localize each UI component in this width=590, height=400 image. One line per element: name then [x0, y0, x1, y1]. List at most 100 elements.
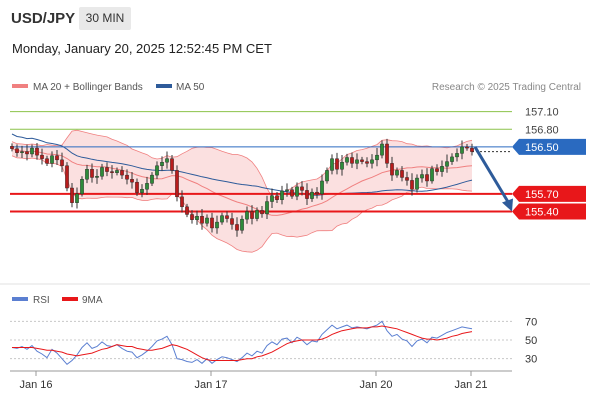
candle-body — [55, 155, 59, 161]
candle-body — [330, 158, 334, 171]
candle-body — [430, 168, 434, 182]
candle-body — [385, 143, 389, 164]
candle-body — [375, 154, 379, 161]
candle-body — [30, 147, 34, 155]
candle-body — [300, 186, 304, 191]
level-tags: 157.10 156.80 156.50 155.70 155.40 — [512, 107, 586, 220]
level-tag-text-155.40: 155.40 — [525, 207, 559, 219]
candle-body — [220, 215, 224, 223]
candle-body — [370, 159, 374, 164]
candle-body — [35, 147, 39, 156]
candle-body — [335, 158, 339, 170]
candle-body — [420, 174, 424, 179]
candle-body — [390, 163, 394, 176]
candle-body — [170, 158, 174, 171]
candle-body — [160, 161, 164, 166]
candle-body — [50, 155, 54, 164]
candle-body — [345, 157, 349, 163]
candle-body — [325, 170, 329, 182]
level-tag-text-155.70: 155.70 — [525, 189, 559, 201]
candle-body — [305, 190, 309, 199]
candle-body — [185, 206, 189, 215]
chart-stage: USD/JPY 30 MIN Monday, January 20, 2025 … — [0, 0, 590, 400]
candle-body — [200, 216, 204, 224]
candle-body — [60, 159, 64, 166]
candle-body — [90, 169, 94, 178]
candle-body — [205, 217, 209, 224]
forecast-arrow — [473, 146, 513, 212]
candle-body — [40, 154, 44, 159]
candle-body — [80, 179, 84, 195]
candle-body — [395, 170, 399, 176]
candle-body — [25, 151, 29, 155]
ma50-legend-swatch — [156, 84, 172, 88]
rsi-ma-legend-label: 9MA — [82, 295, 103, 306]
candle-body — [15, 148, 19, 153]
ma50-legend-label: MA 50 — [176, 82, 205, 93]
candle-body — [265, 201, 269, 215]
candle-body — [75, 193, 79, 203]
candle-body — [175, 170, 179, 198]
candle-body — [130, 179, 134, 183]
candle-body — [155, 165, 159, 176]
level-tag-155.70: 155.70 — [512, 185, 586, 202]
candle-body — [260, 210, 264, 215]
candle-body — [255, 210, 259, 219]
price-legend: MA 20 + Bollinger Bands MA 50 Research ©… — [12, 82, 581, 93]
candle-body — [250, 211, 254, 219]
candle-body — [455, 153, 459, 158]
candle-body — [125, 174, 129, 180]
candle-body — [85, 169, 89, 180]
candle-body — [10, 146, 14, 149]
candle-body — [360, 159, 364, 162]
level-tag-156.50: 156.50 — [512, 138, 586, 155]
candle-body — [245, 211, 249, 220]
candle-body — [275, 195, 279, 200]
candle-body — [470, 147, 474, 152]
candle-body — [45, 158, 49, 164]
x-tick-label: Jan 21 — [454, 379, 487, 391]
rsi-legend-swatch — [12, 297, 28, 301]
rsi-legend: RSI 9MA — [12, 295, 103, 306]
credit-label: Research © 2025 Trading Central — [432, 82, 581, 93]
candle-body — [230, 218, 234, 225]
candle-body — [65, 165, 69, 189]
candle-body — [110, 171, 114, 173]
level-tag-155.40: 155.40 — [512, 203, 586, 220]
candle-body — [225, 215, 229, 219]
candle-body — [310, 191, 314, 199]
rsi-tick-30: 30 — [525, 354, 537, 366]
candle-body — [415, 177, 419, 190]
forecast-arrow-shaft — [473, 146, 511, 205]
candle-body — [445, 161, 449, 167]
candle-body — [135, 181, 139, 193]
rsi-ma-line — [12, 325, 473, 361]
candle-body — [380, 143, 384, 156]
x-axis: Jan 16 Jan 17 Jan 20 Jan 21 — [10, 370, 512, 391]
rsi-ma-legend-swatch — [62, 297, 78, 301]
candle-body — [285, 189, 289, 192]
candle-body — [410, 180, 414, 190]
rsi-line — [11, 320, 473, 365]
level-label-157.10: 157.10 — [525, 107, 559, 119]
candle-body — [100, 167, 104, 177]
candle-body — [365, 161, 369, 164]
rsi-tick-50: 50 — [525, 335, 537, 347]
candle-body — [105, 167, 109, 172]
candle-body — [235, 224, 239, 231]
candle-body — [295, 186, 299, 197]
candle-body — [70, 187, 74, 203]
candle-body — [270, 195, 274, 202]
candle-body — [20, 151, 24, 153]
candle-body — [240, 218, 244, 231]
rsi-panel: 70 50 30 — [10, 316, 537, 366]
candle-body — [290, 189, 294, 197]
candle-body — [190, 214, 194, 220]
candle-body — [140, 189, 144, 193]
bollinger-legend-swatch — [12, 84, 28, 88]
candle-body — [405, 177, 409, 181]
x-tick-label: Jan 20 — [359, 379, 392, 391]
candle-body — [215, 221, 219, 229]
candle-body — [435, 168, 439, 172]
candle-body — [355, 159, 359, 164]
